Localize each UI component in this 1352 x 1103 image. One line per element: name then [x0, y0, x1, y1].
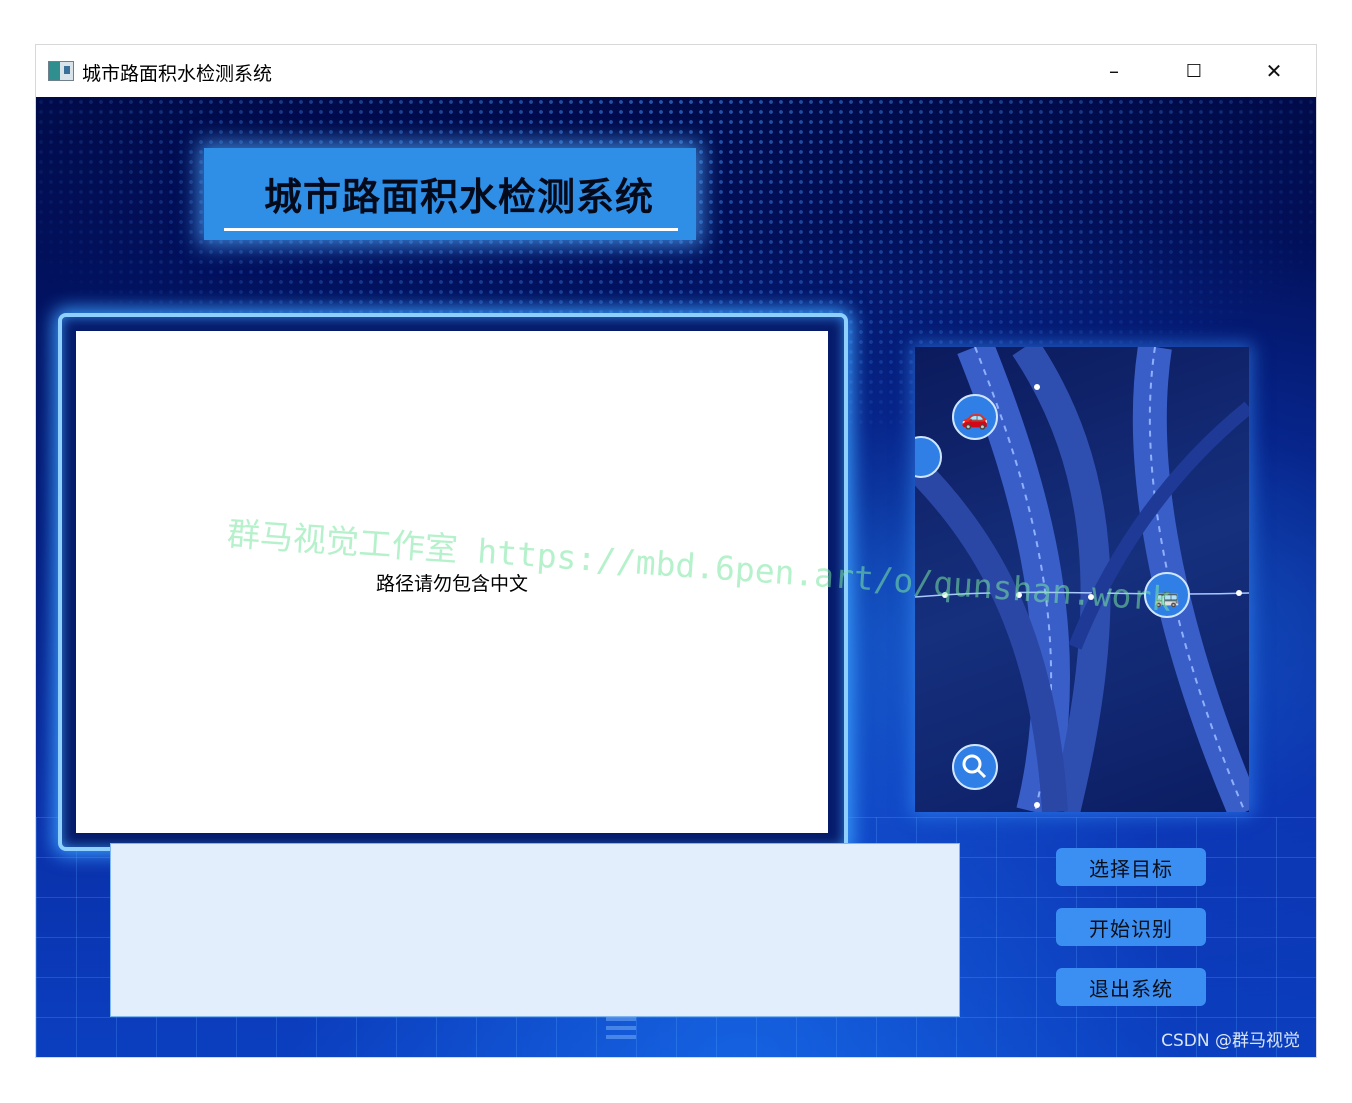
svg-text:🚗: 🚗 — [961, 406, 988, 431]
header-panel: 城市路面积水检测系统 — [204, 148, 696, 240]
app-icon — [48, 61, 74, 81]
page-title: 城市路面积水检测系统 — [264, 174, 655, 219]
main-content: 城市路面积水检测系统 路径请勿包含中文 🚗 🚌 选择目标 开始识别 退出系统 群… — [36, 97, 1316, 1057]
select-target-button[interactable]: 选择目标 — [1056, 848, 1206, 886]
exit-system-button[interactable]: 退出系统 — [1056, 968, 1206, 1006]
traffic-illustration-svg: 🚗 🚌 — [915, 347, 1249, 812]
svg-text:🚌: 🚌 — [1155, 584, 1180, 608]
result-log-panel[interactable] — [110, 843, 960, 1017]
start-recognition-button[interactable]: 开始识别 — [1056, 908, 1206, 946]
close-button[interactable]: ✕ — [1244, 55, 1304, 87]
title-bar[interactable]: 城市路面积水检测系统 – ☐ ✕ — [36, 45, 1316, 97]
maximize-button[interactable]: ☐ — [1164, 55, 1224, 87]
image-display: 路径请勿包含中文 — [76, 331, 828, 833]
app-window: 城市路面积水检测系统 – ☐ ✕ 城市路面积水检测系统 路径请勿包含中文 🚗 🚌… — [36, 45, 1316, 1057]
image-path-hint: 路径请勿包含中文 — [375, 573, 528, 595]
csdn-credit: CSDN @群马视觉 — [1161, 1031, 1300, 1051]
window-title: 城市路面积水检测系统 — [82, 63, 273, 85]
image-display-frame: 路径请勿包含中文 — [58, 313, 848, 851]
minimize-button[interactable]: – — [1084, 55, 1144, 87]
decorative-bars — [606, 1017, 636, 1043]
traffic-illustration: 🚗 🚌 — [915, 347, 1249, 812]
title-underline — [224, 228, 678, 231]
